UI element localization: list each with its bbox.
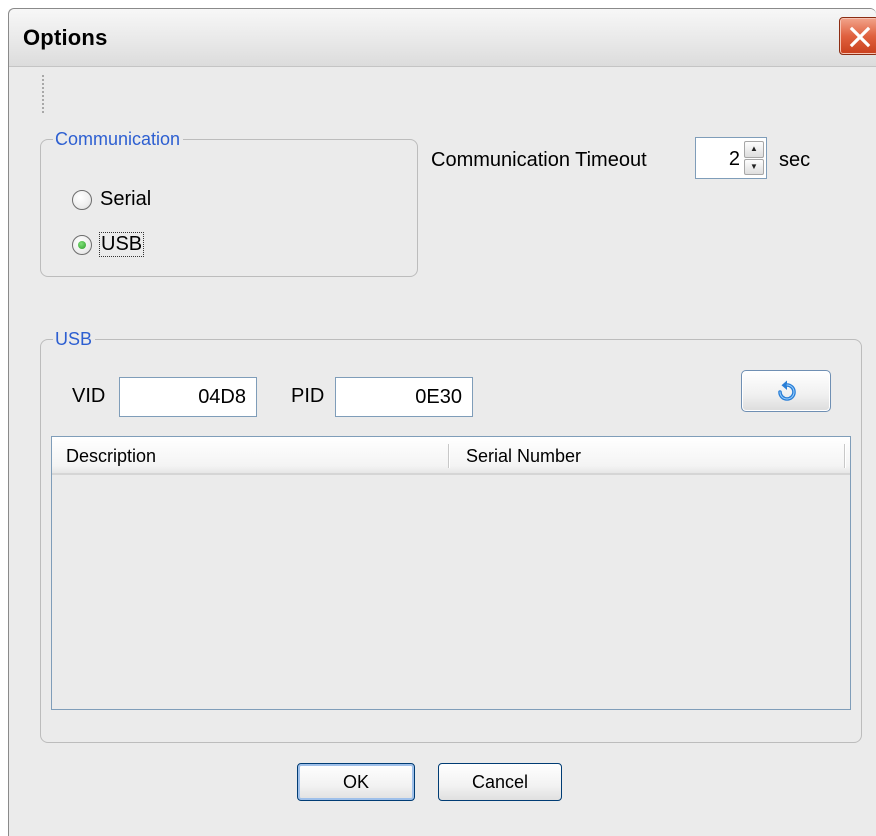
radio-usb-circle[interactable] <box>72 234 92 255</box>
pid-input[interactable]: 0E30 <box>335 377 473 417</box>
spin-up-button[interactable]: ▲ <box>744 141 764 158</box>
column-header-serial-number[interactable]: Serial Number <box>452 437 846 473</box>
pid-label: PID <box>291 385 325 407</box>
usb-device-list[interactable]: Description Serial Number <box>51 436 851 710</box>
vid-label: VID <box>72 385 106 407</box>
communication-group-label: Communication <box>55 129 181 149</box>
usb-group-label: USB <box>55 329 93 349</box>
timeout-unit: sec <box>779 149 811 171</box>
radio-serial[interactable]: Serial <box>72 188 151 211</box>
cancel-button[interactable]: Cancel <box>438 763 562 801</box>
arrow-down-icon: ▼ <box>750 161 758 171</box>
options-dialog: Options Communication Serial USB Communi… <box>8 8 876 836</box>
window-title: Options <box>23 25 108 50</box>
radio-usb[interactable]: USB <box>72 232 145 257</box>
timeout-spinner[interactable]: 2 ▲ ▼ <box>695 137 767 179</box>
column-separator[interactable] <box>844 444 846 468</box>
column-separator[interactable] <box>448 444 450 468</box>
title-bar[interactable]: Options <box>9 9 876 67</box>
toolbar-grip[interactable] <box>42 75 45 113</box>
radio-usb-label: USB <box>98 232 145 257</box>
timeout-value[interactable]: 2 <box>729 148 740 171</box>
refresh-icon <box>778 380 796 401</box>
spin-down-button[interactable]: ▼ <box>744 158 764 175</box>
column-header-description[interactable]: Description <box>52 437 450 473</box>
close-button[interactable] <box>839 17 876 55</box>
radio-serial-label: Serial <box>100 188 152 210</box>
radio-serial-circle[interactable] <box>72 189 92 210</box>
timeout-label: Communication Timeout <box>431 149 647 171</box>
ok-button[interactable]: OK <box>297 763 415 801</box>
arrow-up-icon: ▲ <box>750 144 758 154</box>
vid-input[interactable]: 04D8 <box>119 377 257 417</box>
close-icon <box>849 26 871 48</box>
list-header: Description Serial Number <box>52 437 850 475</box>
refresh-button[interactable] <box>741 370 831 412</box>
timeout-spin-buttons: ▲ ▼ <box>744 141 764 175</box>
